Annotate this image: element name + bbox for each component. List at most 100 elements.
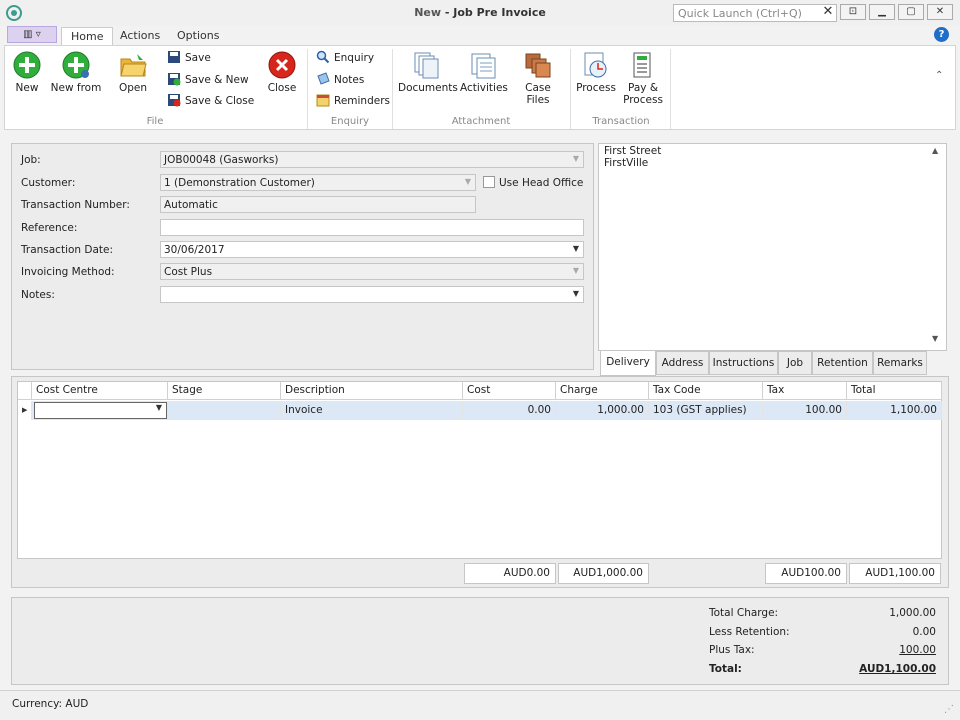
minimize-button[interactable]: ▁ [869,4,895,20]
attachment-group-label: Attachment [451,116,511,127]
table-cell-cost[interactable]: 0.00 [463,401,556,420]
enquiry-group-label: Enquiry [330,116,370,127]
column-header-tax[interactable]: Tax [763,382,847,400]
use-head-office-label: Use Head Office [499,177,584,189]
case-files-button[interactable]: Case Files [512,51,564,106]
customer-field[interactable]: 1 (Demonstration Customer) ▼ [160,174,476,191]
pay-process-button[interactable]: Pay & Process [622,51,664,106]
pay-process-label-2: Process [623,94,663,106]
table-cell-total[interactable]: 1,100.00 [847,401,942,420]
use-head-office-checkbox[interactable] [483,176,495,188]
save-close-icon [168,94,181,107]
column-header-cost[interactable]: Cost [463,382,556,400]
title-prefix: New [414,6,442,19]
save-button[interactable]: Save [167,50,211,68]
open-button[interactable]: Open [112,51,154,94]
transaction-number-label: Transaction Number: [21,199,130,211]
transaction-number-field[interactable]: Automatic [160,196,476,213]
column-header-cost-centre[interactable]: Cost Centre [32,382,168,400]
restore-layout-button[interactable]: ⊡ [840,4,866,20]
tab-address[interactable]: Address [656,351,709,375]
open-button-label: Open [118,82,148,94]
invoicing-method-field[interactable]: Cost Plus ▼ [160,263,584,280]
cost-total: AUD0.00 [464,563,556,584]
notes-icon [317,72,330,85]
enquiry-label: Enquiry [334,52,375,64]
scroll-down-icon[interactable]: ▼ [932,334,938,343]
table-cell-tax[interactable]: 100.00 [763,401,847,420]
help-icon[interactable]: ? [934,27,949,42]
tab-home[interactable]: Home [61,27,114,46]
magnifier-icon [316,50,330,64]
transaction-date-field[interactable]: 30/06/2017 ▼ [160,241,584,258]
close-icon [268,51,296,79]
transaction-date-label: Transaction Date: [21,244,114,256]
less-retention-value: 0.00 [912,626,936,638]
new-from-button[interactable]: New from [50,51,102,94]
quick-launch-clear-icon[interactable]: ✕ [820,4,836,22]
new-button-label: New [15,82,39,94]
case-files-icon [525,53,551,78]
column-header-description[interactable]: Description [281,382,463,400]
resize-grip-icon[interactable]: ⋰ [944,704,954,715]
notes-label: Notes [334,74,365,86]
job-field[interactable]: JOB00048 (Gasworks) ▼ [160,151,584,168]
maximize-button[interactable]: ▢ [898,4,924,20]
title-text: Job Pre Invoice [453,6,546,19]
delivery-address-box[interactable] [598,143,947,351]
activities-button[interactable]: Activities [460,51,508,94]
notes-button[interactable]: Notes [316,72,364,90]
enquiry-button[interactable]: Enquiry [316,50,374,68]
tab-remarks[interactable]: Remarks [873,351,927,375]
chevron-down-icon: ▼ [572,266,579,275]
column-header-charge[interactable]: Charge [556,382,649,400]
quick-launch-input[interactable]: Quick Launch (Ctrl+Q) [673,4,837,22]
tab-delivery[interactable]: Delivery [600,351,656,376]
chevron-down-icon: ▼ [464,177,471,186]
documents-label: Documents [398,82,458,94]
notes-input[interactable]: ▼ [160,286,584,303]
column-header-total[interactable]: Total [847,382,942,400]
chevron-down-icon: ▼ [572,154,579,163]
scroll-up-icon[interactable]: ▲ [932,146,938,155]
cost-centre-dropdown[interactable]: ▼ [34,402,167,419]
reminders-label: Reminders [334,95,390,107]
chevron-down-icon[interactable]: ▼ [573,242,579,256]
total-value: AUD1,100.00 [859,663,936,675]
file-group-label: File [146,116,164,127]
close-button[interactable]: Close [264,51,300,94]
table-cell-tax-code[interactable]: 103 (GST applies) [649,401,763,420]
table-cell-stage[interactable] [168,401,281,420]
add-icon [13,51,41,79]
notes-label: Notes: [21,289,55,301]
documents-button[interactable]: Documents [398,51,458,94]
app-logo-icon [6,5,22,21]
status-bar [0,690,960,720]
tab-options[interactable]: Options [168,27,228,46]
reference-input[interactable] [160,219,584,236]
less-retention-label: Less Retention: [709,626,790,638]
chevron-down-icon[interactable]: ▼ [573,287,579,301]
new-button[interactable]: New [8,51,46,94]
column-header-tax-code[interactable]: Tax Code [649,382,763,400]
tab-retention[interactable]: Retention [812,351,873,375]
title-separator: - [441,6,454,19]
column-header-stage[interactable]: Stage [168,382,281,400]
tab-job[interactable]: Job [778,351,812,375]
tab-actions[interactable]: Actions [111,27,169,46]
collapse-ribbon-icon[interactable]: ⌃ [935,70,943,81]
table-cell-charge[interactable]: 1,000.00 [556,401,649,420]
tab-instructions[interactable]: Instructions [709,351,778,375]
currency-status: Currency: AUD [12,698,89,710]
file-menu-button[interactable]: ▥ ▿ [7,26,57,43]
chevron-down-icon[interactable]: ▼ [156,403,162,412]
process-button[interactable]: Process [576,51,616,94]
documents-icon [414,52,439,79]
close-window-button[interactable]: ✕ [927,4,953,20]
save-close-button[interactable]: Save & Close [167,93,254,111]
save-new-button[interactable]: Save & New [167,72,249,90]
activities-icon [471,53,496,79]
reminders-button[interactable]: Reminders [316,93,390,111]
address-line-2: FirstVille [604,157,649,169]
table-cell-description[interactable]: Invoice [281,401,463,420]
